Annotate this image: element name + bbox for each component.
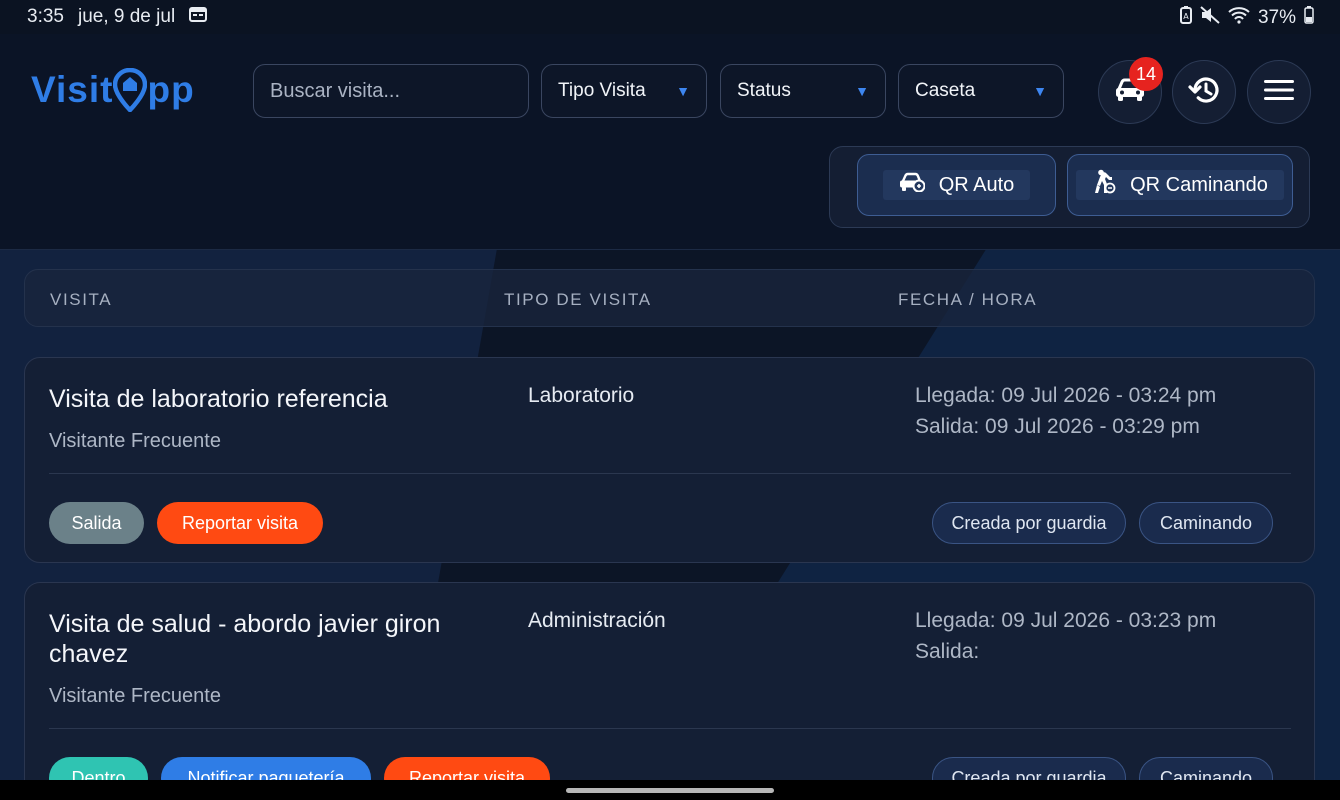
visit-card[interactable]: Visita de laboratorio referencia Visitan…: [24, 357, 1315, 563]
chevron-down-icon: ▼: [676, 83, 690, 99]
tipo-visita-label: Tipo Visita: [558, 80, 646, 101]
status-badge: Salida: [49, 502, 144, 544]
battery-saver-icon: A: [1179, 6, 1192, 30]
hamburger-menu-icon: [1263, 78, 1295, 107]
visit-title: Visita de laboratorio referencia: [49, 385, 388, 413]
column-header-fecha: FECHA / HORA: [898, 290, 1038, 309]
visit-dates: Llegada: 09 Jul 2026 - 03:23 pm Salida:: [915, 605, 1216, 667]
chevron-down-icon: ▼: [1033, 83, 1047, 99]
location-pin-icon: [113, 67, 148, 114]
calendar-icon: [189, 6, 208, 28]
notification-badge: 14: [1129, 57, 1163, 91]
search-input[interactable]: [253, 64, 529, 118]
report-visit-button[interactable]: Reportar visita: [157, 502, 323, 544]
wifi-icon: [1228, 6, 1250, 30]
logo-text-start: Visit: [31, 69, 114, 110]
caseta-select[interactable]: Caseta ▼: [898, 64, 1064, 118]
history-button[interactable]: [1172, 60, 1236, 124]
notify-package-button[interactable]: Notificar paquetería: [161, 757, 371, 780]
system-nav-bar: [0, 780, 1340, 800]
mute-icon: [1200, 6, 1220, 30]
arrival-time: Llegada: 09 Jul 2026 - 03:23 pm: [915, 609, 1217, 632]
walking-person-icon: [1092, 169, 1116, 201]
menu-button[interactable]: [1247, 60, 1311, 124]
departure-time: Salida: 09 Jul 2026 - 03:29 pm: [915, 415, 1200, 438]
vehicles-button[interactable]: 14: [1098, 57, 1163, 124]
history-icon: [1187, 74, 1221, 111]
tipo-visita-select[interactable]: Tipo Visita ▼: [541, 64, 707, 118]
created-by-tag: Creada por guardia: [932, 757, 1126, 780]
qr-walking-button[interactable]: QR Caminando: [1067, 154, 1293, 216]
departure-time: Salida:: [915, 640, 980, 663]
visit-dates: Llegada: 09 Jul 2026 - 03:24 pm Salida: …: [915, 380, 1216, 442]
column-header-tipo: TIPO DE VISITA: [504, 290, 652, 309]
column-header-visita: VISITA: [50, 290, 113, 309]
access-mode-tag: Caminando: [1139, 502, 1273, 544]
visit-title: Visita de salud - abordo javier giron ch…: [49, 610, 441, 668]
home-gesture-handle[interactable]: [566, 788, 774, 793]
visitor-type: Visitante Frecuente: [49, 685, 221, 707]
qr-button-group: QR Auto QR Caminando: [829, 146, 1310, 228]
status-badge: Dentro: [49, 757, 148, 780]
table-header: VISITA TIPO DE VISITA FECHA / HORA: [24, 269, 1315, 327]
qr-auto-button[interactable]: QR Auto: [857, 154, 1056, 216]
car-qr-icon: [899, 172, 926, 198]
svg-text:A: A: [1183, 12, 1189, 21]
arrival-time: Llegada: 09 Jul 2026 - 03:24 pm: [915, 384, 1217, 407]
app-logo[interactable]: Visit pp: [31, 67, 195, 114]
status-label: Status: [737, 80, 791, 101]
visit-type: Laboratorio: [528, 384, 635, 407]
status-date: jue, 9 de jul: [77, 6, 176, 27]
report-visit-button[interactable]: Reportar visita: [384, 757, 550, 780]
status-bar: 3:35 jue, 9 de jul A 37%: [0, 0, 1340, 34]
caseta-label: Caseta: [915, 80, 976, 101]
battery-icon: [1304, 6, 1314, 30]
chevron-down-icon: ▼: [855, 83, 869, 99]
created-by-tag: Creada por guardia: [932, 502, 1126, 544]
access-mode-tag: Caminando: [1139, 757, 1273, 780]
logo-text-end: pp: [147, 69, 195, 110]
visit-type: Administración: [528, 609, 666, 632]
qr-auto-label: QR Auto: [938, 173, 1015, 196]
card-divider: [49, 473, 1291, 474]
battery-percent: 37%: [1257, 7, 1296, 28]
app-header: Visit pp Tipo Visita ▼ Status ▼ Caseta ▼…: [0, 34, 1340, 250]
visit-card[interactable]: Visita de salud - abordo javier giron ch…: [24, 582, 1315, 780]
card-divider: [49, 728, 1291, 729]
qr-walking-label: QR Caminando: [1130, 173, 1268, 196]
status-time: 3:35: [27, 6, 64, 27]
status-select[interactable]: Status ▼: [720, 64, 886, 118]
visitor-type: Visitante Frecuente: [49, 430, 221, 452]
